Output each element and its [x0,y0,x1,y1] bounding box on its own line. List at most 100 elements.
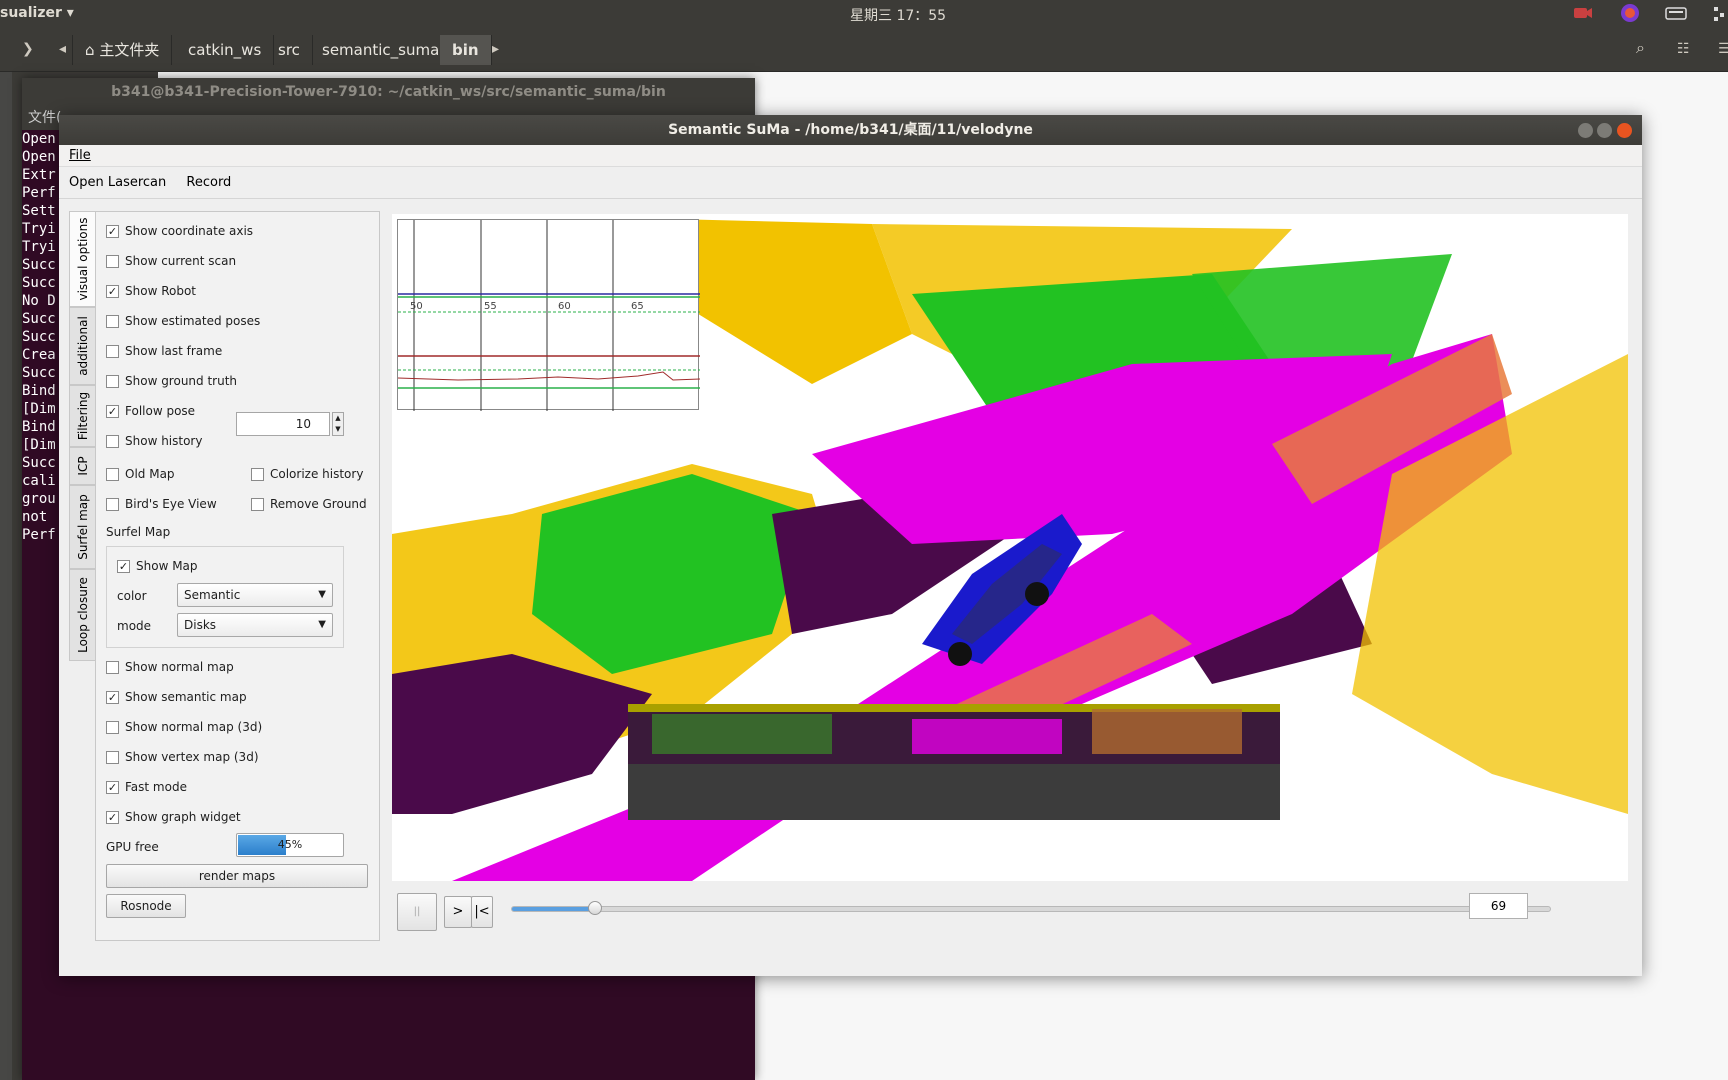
slider-handle[interactable] [588,901,603,915]
frame-number-field[interactable]: 69 [1469,893,1528,919]
show-normal-map-3d-checkbox[interactable]: Show normal map (3d) [106,718,262,736]
checkbox-checked[interactable] [106,780,119,794]
gpu-free-progress: 45% [236,833,344,857]
show-current-scan-checkbox[interactable]: Show current scan [106,252,236,270]
surfel-map-group: Show Map color Semantic▼ mode Disks▼ [106,546,344,648]
maximize-button[interactable] [1597,123,1612,138]
checkbox-unchecked[interactable] [106,254,119,268]
colorize-history-checkbox[interactable]: Colorize history [251,465,363,483]
show-history-checkbox[interactable]: Show history [106,432,202,450]
tick-50: 50 [410,301,423,312]
remove-ground-checkbox[interactable]: Remove Ground [251,495,367,513]
browser-icon[interactable] [1619,3,1641,23]
record-button[interactable]: Record [186,167,231,199]
checkbox-unchecked[interactable] [106,660,119,674]
forward-icon[interactable]: ❯ [22,41,34,57]
view-options-icon[interactable]: ☷ [1677,41,1690,57]
show-graph-widget-checkbox[interactable]: Show graph widget [106,808,241,826]
checkbox-checked[interactable] [106,810,119,824]
show-last-frame-checkbox[interactable]: Show last frame [106,342,222,360]
checkbox-unchecked[interactable] [106,497,119,511]
crumb-src[interactable]: src [266,35,313,65]
tab-surfel-map[interactable]: Surfel map [69,485,95,569]
point-cloud-view[interactable]: 50 55 60 65 [392,214,1628,881]
close-button[interactable] [1617,123,1632,138]
toolbar: Open Lasercan Record [59,167,1642,199]
tick-60: 60 [558,301,571,312]
crumb-bin[interactable]: bin [440,35,492,65]
graph-widget: 50 55 60 65 [397,219,701,411]
spin-arrows-icon[interactable]: ▲ ▼ [332,412,344,436]
rosnode-button[interactable]: Rosnode [106,894,186,918]
scroll-right-icon[interactable]: ▸ [492,41,499,57]
show-map-checkbox[interactable]: Show Map [117,557,198,575]
show-robot-checkbox[interactable]: Show Robot [106,282,196,300]
slider-fill [512,907,596,911]
checkbox-unchecked[interactable] [106,467,119,481]
tab-loop-closure[interactable]: Loop closure [69,569,95,661]
network-icon[interactable] [1712,3,1728,23]
tab-filtering[interactable]: Filtering [69,385,95,447]
menu-icon[interactable]: ☰ [1718,41,1728,57]
show-estimated-poses-checkbox[interactable]: Show estimated poses [106,312,260,330]
show-vertex-map-3d-checkbox[interactable]: Show vertex map (3d) [106,748,259,766]
checkbox-checked[interactable] [106,284,119,298]
frame-slider[interactable] [511,901,1551,915]
menu-file[interactable]: File [69,148,91,163]
checkbox-unchecked[interactable] [106,434,119,448]
checkbox-unchecked[interactable] [106,374,119,388]
checkbox-unchecked[interactable] [106,344,119,358]
home-icon: ⌂ [85,41,95,59]
show-coordinate-axis-checkbox[interactable]: Show coordinate axis [106,222,253,240]
tab-visual-options[interactable]: visual options [69,211,95,307]
birds-eye-view-checkbox[interactable]: Bird's Eye View [106,495,217,513]
checkbox-checked[interactable] [106,404,119,418]
fast-mode-checkbox[interactable]: Fast mode [106,778,187,796]
open-lasercan-button[interactable]: Open Lasercan [69,167,166,199]
next-frame-button[interactable]: > [444,896,472,928]
crumb-semantic-suma[interactable]: semantic_suma [310,35,453,65]
scroll-left-icon[interactable]: ◂ [59,41,66,57]
mode-select[interactable]: Disks ▼ [177,613,333,637]
terminal-title: b341@b341-Precision-Tower-7910: ~/catkin… [22,78,755,106]
show-semantic-map-checkbox[interactable]: Show semantic map [106,688,247,706]
old-map-checkbox[interactable]: Old Map [106,465,175,483]
tab-additional[interactable]: additional [69,307,95,385]
surfel-map-label: Surfel Map [106,525,171,539]
show-ground-truth-checkbox[interactable]: Show ground truth [106,372,237,390]
minimize-button[interactable] [1578,123,1593,138]
gpu-free-label: GPU free [106,840,159,854]
checkbox-unchecked[interactable] [106,720,119,734]
checkbox-unchecked[interactable] [251,497,264,511]
system-top-bar: sualizer ▾ 星期三 17：55 [0,0,1728,28]
tick-65: 65 [631,301,644,312]
render-maps-button[interactable]: render maps [106,864,368,888]
checkbox-checked[interactable] [106,690,119,704]
checkbox-checked[interactable] [106,224,119,238]
chevron-down-icon: ▼ [318,589,326,600]
checkbox-unchecked[interactable] [106,750,119,764]
checkbox-checked[interactable] [117,559,130,573]
color-select[interactable]: Semantic ▼ [177,583,333,607]
first-frame-button[interactable]: |< [471,896,493,928]
crumb-catkin-ws[interactable]: catkin_ws [176,35,275,65]
history-spinbox[interactable]: 10 [236,412,330,436]
crumb-home[interactable]: ⌂ 主文件夹 [72,35,173,65]
show-normal-map-checkbox[interactable]: Show normal map [106,658,234,676]
mode-label: mode [117,619,152,633]
record-icon[interactable] [1572,3,1594,23]
clock[interactable]: 星期三 17：55 [850,5,946,25]
checkbox-unchecked[interactable] [251,467,264,481]
search-icon[interactable]: ⌕ [1636,38,1645,58]
app-menu[interactable]: sualizer ▾ [0,5,74,21]
tab-icp[interactable]: ICP [69,447,95,485]
playback-controls: || > |< 69 [392,893,1628,939]
dock-strip [0,72,12,1080]
pause-button[interactable]: || [397,893,437,931]
keyboard-icon[interactable] [1665,3,1687,23]
menu-bar: File [59,145,1642,167]
file-manager-pathbar: ❯ ◂ ⌂ 主文件夹 catkin_ws src semantic_suma b… [0,28,1728,72]
follow-pose-checkbox[interactable]: Follow pose [106,402,195,420]
checkbox-unchecked[interactable] [106,314,119,328]
visual-options-panel: Show coordinate axis Show current scan S… [95,211,380,941]
